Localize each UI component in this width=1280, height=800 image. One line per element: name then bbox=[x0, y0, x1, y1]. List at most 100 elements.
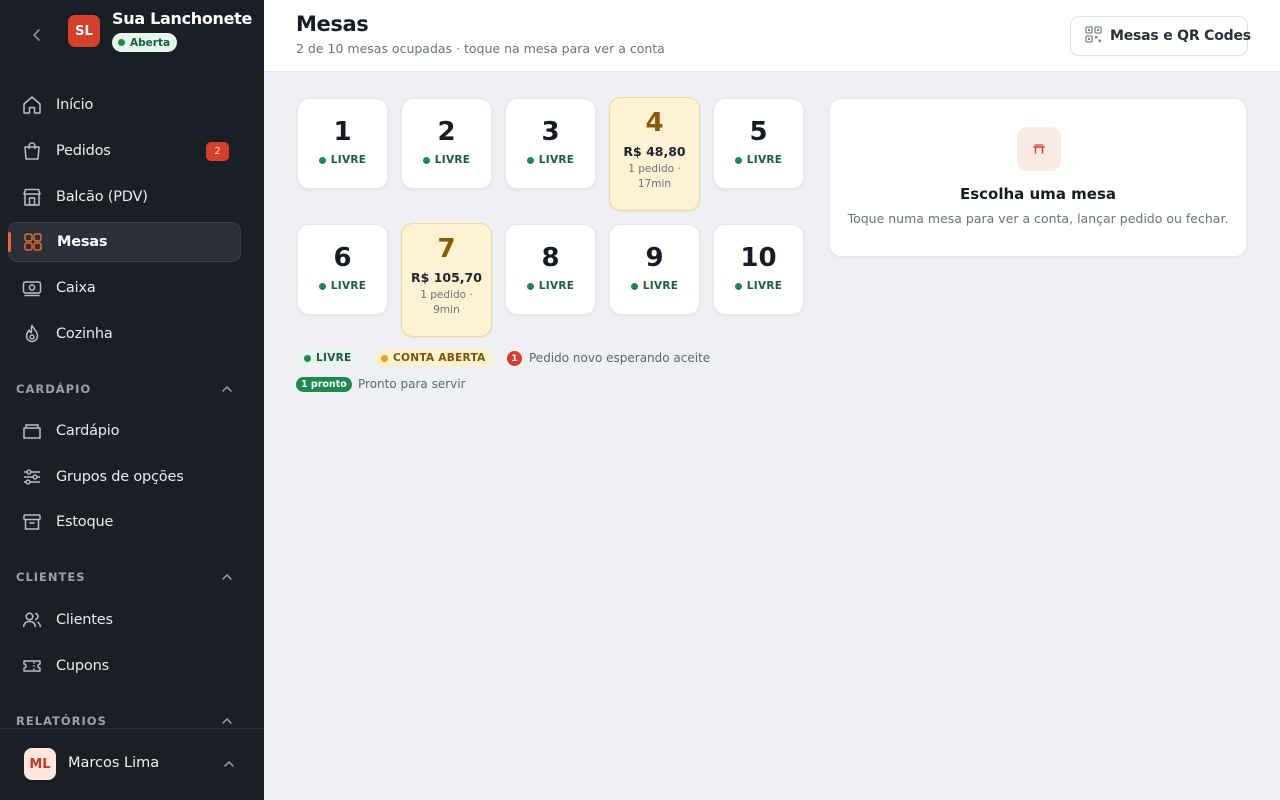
nav-label: Início bbox=[56, 97, 94, 113]
cash-icon bbox=[20, 276, 44, 300]
table-number: 4 bbox=[645, 108, 664, 138]
status-dot bbox=[734, 156, 742, 164]
status-dot bbox=[381, 354, 388, 362]
table-status: LIVRE bbox=[526, 154, 575, 166]
users-icon bbox=[20, 608, 44, 632]
home-icon bbox=[20, 93, 44, 117]
nav-item-cardapio[interactable]: Cardápio bbox=[8, 411, 241, 451]
brand-name: Sua Lanchonete bbox=[112, 9, 253, 28]
table-card-6[interactable]: 6 LIVRE bbox=[297, 224, 388, 315]
nav-item-clientes[interactable]: Clientes bbox=[8, 600, 241, 640]
status-dot bbox=[422, 156, 430, 164]
archive-box-icon bbox=[20, 510, 44, 534]
chevron-up-icon bbox=[220, 714, 234, 728]
table-card-7[interactable]: 7 R$ 105,70 1 pedido · 9min bbox=[401, 223, 492, 337]
status-dot bbox=[526, 282, 534, 290]
sidebar: SL Sua Lanchonete Aberta Início Pedidos … bbox=[0, 0, 264, 800]
store-icon bbox=[20, 185, 44, 209]
nav-item-balcao[interactable]: Balcão (PDV) bbox=[8, 177, 241, 217]
nav-item-pedidos[interactable]: Pedidos 2 bbox=[8, 131, 241, 171]
section-relatorios-toggle[interactable]: RELATÓRIOS bbox=[16, 714, 234, 728]
table-card-4[interactable]: 4 R$ 48,80 1 pedido · 17min bbox=[609, 97, 700, 211]
nav-label: Clientes bbox=[56, 612, 113, 628]
table-meta: 1 pedido · 17min bbox=[628, 163, 681, 190]
nav-item-mesas[interactable]: Mesas bbox=[8, 222, 241, 262]
table-card-10[interactable]: 10 LIVRE bbox=[713, 224, 804, 315]
table-meta: 1 pedido · 9min bbox=[420, 289, 473, 316]
table-number: 1 bbox=[333, 117, 352, 147]
legend-label: CONTA ABERTA bbox=[393, 352, 486, 364]
table-number: 7 bbox=[437, 234, 456, 264]
nav-label: Estoque bbox=[56, 514, 114, 530]
table-card-1[interactable]: 1 LIVRE bbox=[297, 98, 388, 189]
section-cardapio-toggle[interactable]: CARDÁPIO bbox=[16, 382, 234, 396]
user-menu[interactable]: ML Marcos Lima bbox=[0, 728, 264, 800]
table-number: 9 bbox=[645, 243, 664, 273]
status-label: LIVRE bbox=[538, 280, 575, 292]
panel-title: Escolha uma mesa bbox=[959, 185, 1117, 203]
nav-item-cozinha[interactable]: Cozinha bbox=[8, 314, 241, 354]
status-label: LIVRE bbox=[330, 280, 367, 292]
nav-item-grupos-opcoes[interactable]: Grupos de opções bbox=[8, 457, 241, 497]
table-number: 3 bbox=[541, 117, 560, 147]
pedidos-count-badge: 2 bbox=[206, 142, 229, 161]
legend-free-chip: LIVRE bbox=[297, 349, 359, 367]
qr-code-icon bbox=[1085, 25, 1102, 47]
legend-new-text: Pedido novo esperando aceite bbox=[529, 351, 711, 365]
chevron-left-icon bbox=[33, 29, 40, 41]
nav-item-inicio[interactable]: Início bbox=[8, 85, 241, 125]
store-status-badge: Aberta bbox=[112, 33, 178, 52]
table-card-9[interactable]: 9 LIVRE bbox=[609, 224, 700, 315]
legend-ready-text: Pronto para servir bbox=[358, 377, 466, 391]
status-label: LIVRE bbox=[642, 280, 679, 292]
page-subtitle: 2 de 10 mesas ocupadas · toque na mesa p… bbox=[296, 41, 665, 56]
table-card-8[interactable]: 8 LIVRE bbox=[505, 224, 596, 315]
table-number: 2 bbox=[437, 117, 456, 147]
back-button[interactable] bbox=[26, 24, 48, 46]
store-status-label: Aberta bbox=[130, 36, 171, 49]
user-name: Marcos Lima bbox=[68, 755, 160, 771]
nav-label: Balcão (PDV) bbox=[56, 189, 148, 205]
nav-label: Pedidos bbox=[56, 143, 111, 159]
page-title: Mesas bbox=[296, 12, 369, 36]
flame-icon bbox=[20, 322, 44, 346]
status-dot bbox=[734, 282, 742, 290]
nav-label: Mesas bbox=[57, 234, 108, 250]
status-dot bbox=[118, 39, 125, 46]
status-dot bbox=[304, 354, 311, 362]
status-label: LIVRE bbox=[330, 154, 367, 166]
shopping-bag-icon bbox=[20, 139, 44, 163]
chevron-up-icon[interactable] bbox=[222, 757, 236, 771]
table-status: LIVRE bbox=[318, 154, 367, 166]
nav-item-caixa[interactable]: Caixa bbox=[8, 268, 241, 308]
qr-codes-button[interactable]: Mesas e QR Codes bbox=[1070, 16, 1251, 56]
table-status: LIVRE bbox=[422, 154, 471, 166]
table-card-3[interactable]: 3 LIVRE bbox=[505, 98, 596, 189]
table-number: 8 bbox=[541, 243, 560, 273]
legend-open-chip: CONTA ABERTA bbox=[374, 349, 493, 367]
grid-icon bbox=[21, 230, 45, 254]
status-label: LIVRE bbox=[538, 154, 575, 166]
panel-description: Toque numa mesa para ver a conta, lançar… bbox=[847, 211, 1229, 226]
table-number: 5 bbox=[749, 117, 768, 147]
table-icon bbox=[1017, 127, 1061, 171]
section-title: CLIENTES bbox=[16, 570, 86, 584]
choose-table-panel: Escolha uma mesa Toque numa mesa para ve… bbox=[829, 98, 1247, 257]
table-status: LIVRE bbox=[630, 280, 679, 292]
status-label: LIVRE bbox=[434, 154, 471, 166]
section-title: CARDÁPIO bbox=[16, 382, 92, 396]
nav-item-cupons[interactable]: Cupons bbox=[8, 646, 241, 686]
nav-label: Cozinha bbox=[56, 326, 113, 342]
table-status: LIVRE bbox=[734, 154, 782, 166]
table-card-5[interactable]: 5 LIVRE bbox=[713, 98, 804, 189]
sliders-icon bbox=[20, 465, 44, 489]
status-dot bbox=[318, 282, 326, 290]
table-amount: R$ 105,70 bbox=[411, 270, 482, 285]
nav-item-estoque[interactable]: Estoque bbox=[8, 502, 241, 542]
section-clientes-toggle[interactable]: CLIENTES bbox=[16, 570, 234, 584]
nav-label: Grupos de opções bbox=[56, 469, 184, 485]
nav-label: Caixa bbox=[56, 280, 96, 296]
status-dot bbox=[630, 282, 638, 290]
table-card-2[interactable]: 2 LIVRE bbox=[401, 98, 492, 189]
status-dot bbox=[526, 156, 534, 164]
